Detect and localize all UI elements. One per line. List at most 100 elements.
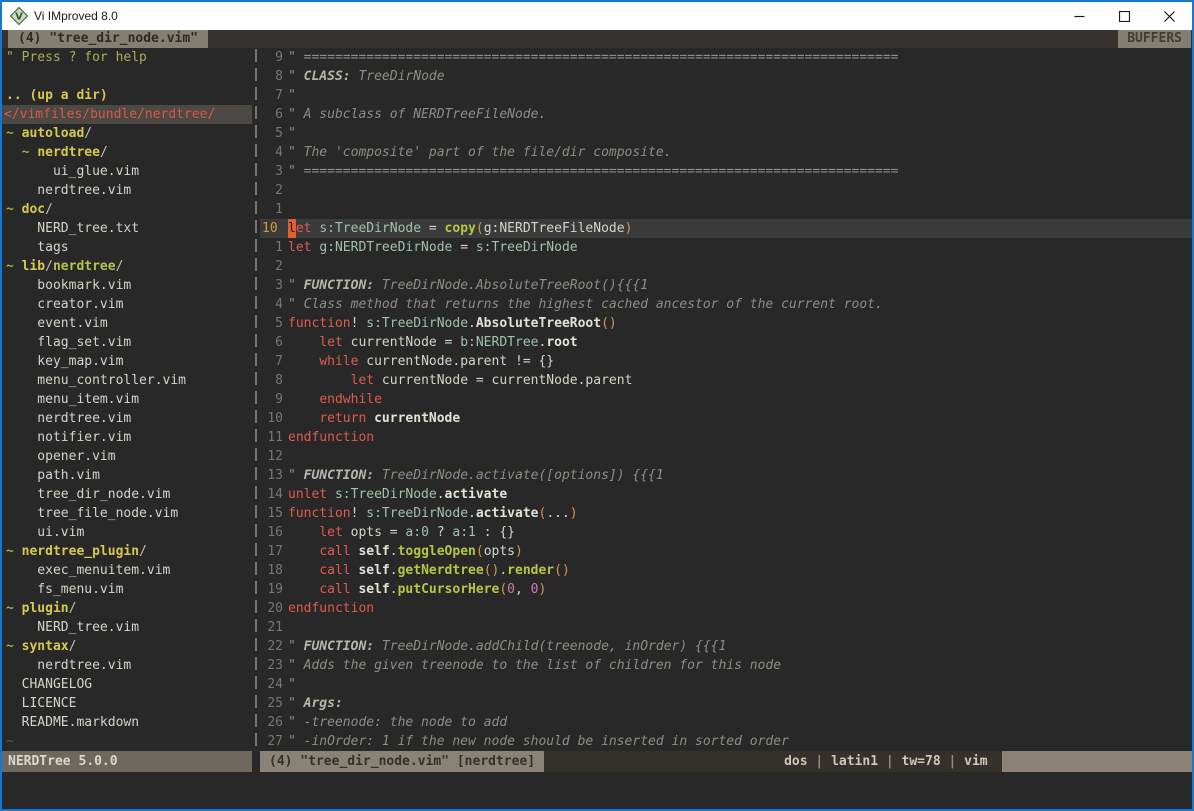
window-split-separator[interactable] bbox=[252, 48, 260, 751]
tree-item-root[interactable]: </vimfiles/bundle/nerdtree/ bbox=[2, 105, 252, 124]
tree-item-file[interactable]: nerdtree.vim bbox=[2, 409, 252, 428]
code-line[interactable]: 26" -treenode: the node to add bbox=[260, 713, 1192, 732]
code-line[interactable]: 3" FUNCTION: TreeDirNode.AbsoluteTreeRoo… bbox=[260, 276, 1192, 295]
code-line[interactable]: 19 call self.putCursorHere(0, 0) bbox=[260, 580, 1192, 599]
tree-item-dir[interactable]: ~ lib/nerdtree/ bbox=[2, 257, 252, 276]
tree-item-file[interactable]: key_map.vim bbox=[2, 352, 252, 371]
code-line[interactable]: 3" =====================================… bbox=[260, 162, 1192, 181]
code-line[interactable]: 8" CLASS: TreeDirNode bbox=[260, 67, 1192, 86]
nerdtree-list: " Press ? for help .. (up a dir)</vimfil… bbox=[2, 48, 252, 751]
tree-item-dir[interactable]: ~ syntax/ bbox=[2, 637, 252, 656]
minimize-button[interactable] bbox=[1057, 2, 1102, 30]
nerdtree-panel[interactable]: " Press ? for help .. (up a dir)</vimfil… bbox=[2, 48, 252, 751]
tree-item-file[interactable]: NERD_tree.txt bbox=[2, 219, 252, 238]
tree-item-file[interactable]: menu_controller.vim bbox=[2, 371, 252, 390]
code-line[interactable]: 1 bbox=[260, 200, 1192, 219]
code-line[interactable]: 6" A subclass of NERDTreeFileNode. bbox=[260, 105, 1192, 124]
close-button[interactable] bbox=[1147, 2, 1192, 30]
code-line[interactable]: 18 call self.getNerdtree().render() bbox=[260, 561, 1192, 580]
code-line[interactable]: 5function! s:TreeDirNode.AbsoluteTreeRoo… bbox=[260, 314, 1192, 333]
code-line[interactable]: 1let g:NERDTreeDirNode = s:TreeDirNode bbox=[260, 238, 1192, 257]
nerdtree-status-segment: NERDTree 5.0.0 bbox=[2, 751, 252, 772]
status-flags: dos | latin1 | tw=78 | vim bbox=[784, 751, 1002, 772]
editor-main: " Press ? for help .. (up a dir)</vimfil… bbox=[2, 48, 1192, 751]
code-line[interactable]: 17 call self.toggleOpen(opts) bbox=[260, 542, 1192, 561]
statusbar-position-segment: |1|10/636 (Top) bbox=[1002, 751, 1192, 772]
tree-item-file[interactable]: path.vim bbox=[2, 466, 252, 485]
svg-text:V: V bbox=[15, 12, 23, 23]
statusbar-spacer bbox=[544, 751, 784, 772]
tree-item-file[interactable]: LICENCE bbox=[2, 694, 252, 713]
titlebar[interactable]: V Vi IMproved 8.0 bbox=[2, 2, 1192, 30]
tree-item-file[interactable]: ui_glue.vim bbox=[2, 162, 252, 181]
code-window[interactable]: 9" =====================================… bbox=[260, 48, 1192, 751]
tree-item-dir[interactable]: ~ plugin/ bbox=[2, 599, 252, 618]
code-line[interactable]: 24" bbox=[260, 675, 1192, 694]
tree-item-file[interactable]: notifier.vim bbox=[2, 428, 252, 447]
code-line[interactable]: 22" FUNCTION: TreeDirNode.addChild(treen… bbox=[260, 637, 1192, 656]
tree-item-file[interactable]: opener.vim bbox=[2, 447, 252, 466]
code-lines: 9" =====================================… bbox=[260, 48, 1192, 751]
tree-item-help[interactable]: " Press ? for help bbox=[2, 48, 252, 67]
tree-item-dir[interactable]: ~ doc/ bbox=[2, 200, 252, 219]
code-line[interactable]: 2 bbox=[260, 257, 1192, 276]
tree-item-file[interactable]: event.vim bbox=[2, 314, 252, 333]
tree-item-file[interactable]: CHANGELOG bbox=[2, 675, 252, 694]
statusbar-gap bbox=[252, 751, 260, 772]
tree-item-file[interactable]: NERD_tree.vim bbox=[2, 618, 252, 637]
code-line[interactable]: 20endfunction bbox=[260, 599, 1192, 618]
code-line[interactable]: 23" Adds the given treenode to the list … bbox=[260, 656, 1192, 675]
tree-item-file[interactable]: nerdtree.vim bbox=[2, 181, 252, 200]
code-line[interactable]: 15function! s:TreeDirNode.activate(...) bbox=[260, 504, 1192, 523]
code-line[interactable]: 5" bbox=[260, 124, 1192, 143]
tree-item-file[interactable]: bookmark.vim bbox=[2, 276, 252, 295]
tab-active[interactable]: (4) "tree_dir_node.vim" bbox=[8, 30, 208, 48]
tree-item-file[interactable]: flag_set.vim bbox=[2, 333, 252, 352]
code-line[interactable]: 9 endwhile bbox=[260, 390, 1192, 409]
maximize-icon bbox=[1119, 11, 1130, 22]
window-title: Vi IMproved 8.0 bbox=[34, 9, 118, 23]
code-line[interactable]: 16 let opts = a:0 ? a:1 : {} bbox=[260, 523, 1192, 542]
code-line[interactable]: 27" -inOrder: 1 if the new node should b… bbox=[260, 732, 1192, 751]
tree-item-blank bbox=[2, 67, 252, 86]
tree-item-file[interactable]: nerdtree.vim bbox=[2, 656, 252, 675]
tree-item-file[interactable]: exec_menuitem.vim bbox=[2, 561, 252, 580]
tree-item-file[interactable]: creator.vim bbox=[2, 295, 252, 314]
code-line[interactable]: 21 bbox=[260, 618, 1192, 637]
code-line[interactable]: 12 bbox=[260, 447, 1192, 466]
code-line[interactable]: 2 bbox=[260, 181, 1192, 200]
tree-item-file[interactable]: tags bbox=[2, 238, 252, 257]
code-line[interactable]: 4" Class method that returns the highest… bbox=[260, 295, 1192, 314]
code-line[interactable]: 4" The 'composite' part of the file/dir … bbox=[260, 143, 1192, 162]
tree-item-filler: ~ bbox=[2, 732, 252, 751]
statusbar-filename: (4) "tree_dir_node.vim" [nerdtree] bbox=[260, 751, 544, 772]
code-line[interactable]: 14unlet s:TreeDirNode.activate bbox=[260, 485, 1192, 504]
tree-item-file[interactable]: README.markdown bbox=[2, 713, 252, 732]
buffers-label: BUFFERS bbox=[1118, 30, 1191, 48]
code-line[interactable]: 7" bbox=[260, 86, 1192, 105]
code-line[interactable]: 10 return currentNode bbox=[260, 409, 1192, 428]
code-line[interactable]: 13" FUNCTION: TreeDirNode.activate([opti… bbox=[260, 466, 1192, 485]
code-line[interactable]: 11endfunction bbox=[260, 428, 1192, 447]
tree-item-dir[interactable]: ~ autoload/ bbox=[2, 124, 252, 143]
code-line[interactable]: 25" Args: bbox=[260, 694, 1192, 713]
tree-item-file[interactable]: menu_item.vim bbox=[2, 390, 252, 409]
tree-item-up[interactable]: .. (up a dir) bbox=[2, 86, 252, 105]
tree-item-dir[interactable]: ~ nerdtree_plugin/ bbox=[2, 542, 252, 561]
close-icon bbox=[1164, 11, 1175, 22]
tree-item-file[interactable]: fs_menu.vim bbox=[2, 580, 252, 599]
vim-app-icon: V bbox=[10, 7, 28, 25]
command-line[interactable] bbox=[2, 772, 1192, 809]
code-line[interactable]: 8 let currentNode = currentNode.parent bbox=[260, 371, 1192, 390]
minimize-icon bbox=[1074, 11, 1085, 22]
tabline-spacer bbox=[208, 30, 1118, 48]
maximize-button[interactable] bbox=[1102, 2, 1147, 30]
tree-item-file[interactable]: tree_file_node.vim bbox=[2, 504, 252, 523]
code-line[interactable]: 6 let currentNode = b:NERDTree.root bbox=[260, 333, 1192, 352]
code-line-current[interactable]: 10let s:TreeDirNode = copy(g:NERDTreeFil… bbox=[260, 219, 1192, 238]
tree-item-file[interactable]: ui.vim bbox=[2, 523, 252, 542]
tree-item-dir[interactable]: ~ nerdtree/ bbox=[2, 143, 252, 162]
code-line[interactable]: 9" =====================================… bbox=[260, 48, 1192, 67]
code-line[interactable]: 7 while currentNode.parent != {} bbox=[260, 352, 1192, 371]
tree-item-file[interactable]: tree_dir_node.vim bbox=[2, 485, 252, 504]
